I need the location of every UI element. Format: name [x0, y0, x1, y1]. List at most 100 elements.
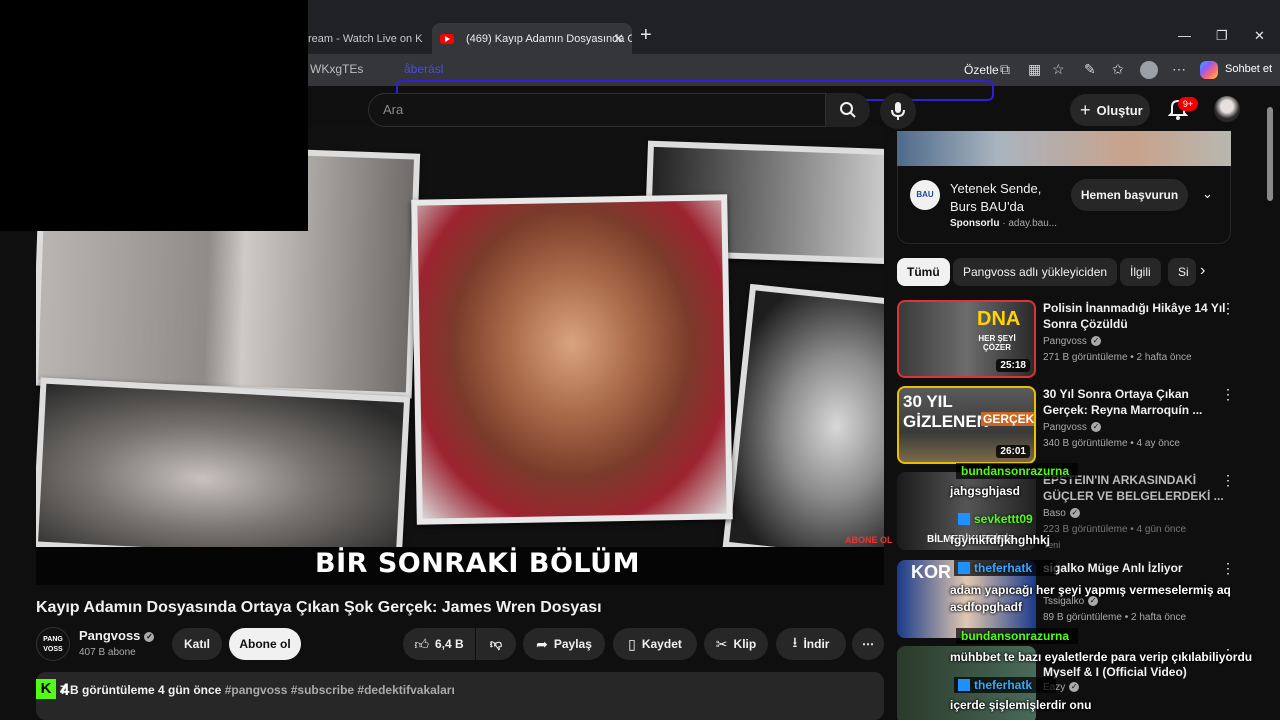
black-overlay-region: [0, 0, 308, 231]
extension-icon[interactable]: ✎: [1084, 61, 1096, 78]
video-meta: 271 B görüntüleme • 2 hafta önce: [1043, 352, 1192, 363]
verified-check-icon: ✓: [1090, 336, 1101, 347]
copilot-chat-label[interactable]: Sohbet et: [1225, 63, 1272, 75]
channel-avatar[interactable]: PANG VOSS: [36, 627, 70, 661]
more-vertical-icon[interactable]: ⋮: [1221, 472, 1235, 489]
video-title[interactable]: Polisin İnanmadığı Hikâye 14 Yıl Sonra Ç…: [1043, 300, 1228, 332]
subscribe-button[interactable]: Abone ol: [229, 628, 301, 660]
join-button[interactable]: Katıl: [172, 628, 222, 660]
chip-partial[interactable]: Si: [1168, 258, 1196, 286]
apps-icon[interactable]: ▦: [1028, 61, 1041, 78]
video-title[interactable]: sigalko Müge Anlı İzliyor: [1043, 560, 1228, 576]
ad-domain: aday.bau...: [1008, 218, 1058, 229]
search-input[interactable]: [368, 93, 826, 127]
verified-check-icon: ✓: [1069, 682, 1080, 693]
summarize-button[interactable]: Özetle: [964, 63, 999, 77]
tab-close-icon[interactable]: ✕: [613, 31, 624, 47]
video-thumbnail[interactable]: DNA HER ŞEYİ ÇÖZER 25:18: [897, 300, 1036, 378]
video-frame-photo: [36, 377, 411, 567]
channel-name[interactable]: Pangvoss ✓: [79, 628, 155, 643]
kick-logo-icon: K: [36, 679, 56, 699]
subscribe-label: Abone ol: [239, 637, 291, 651]
translate-icon[interactable]: ⧉: [1000, 61, 1010, 78]
new-tab-icon[interactable]: +: [640, 24, 652, 47]
channel-name-text: Pangvoss: [1043, 336, 1087, 347]
close-window-icon[interactable]: ✕: [1254, 28, 1265, 44]
video-title[interactable]: 30 Yıl Sonra Ortaya Çıkan Gerçek: Reyna …: [1043, 386, 1228, 418]
chat-message: mühbbet te bazı eyaletlerde para verip ç…: [950, 650, 1253, 664]
user-avatar[interactable]: [1214, 96, 1240, 122]
chat-username-text: theferhatk: [974, 561, 1033, 575]
chip-all[interactable]: Tümü: [897, 258, 950, 286]
download-button[interactable]: ⭳ İndir: [776, 628, 846, 660]
more-vertical-icon[interactable]: ⋮: [1221, 386, 1235, 403]
video-title[interactable]: Myself & I (Official Video): [1043, 664, 1228, 680]
notification-count-badge: 9+: [1178, 97, 1198, 111]
profile-avatar[interactable]: [1140, 61, 1158, 79]
more-menu-icon[interactable]: ⋯: [1172, 61, 1186, 78]
chat-username: theferhatk: [958, 678, 1032, 692]
plus-icon: +: [1080, 99, 1091, 120]
subscriber-count: 407 B abone: [79, 647, 136, 658]
tab-youtube-video[interactable]: (469) Kayıp Adamın Dosyasında Or ✕: [432, 23, 632, 54]
clip-button[interactable]: ✂ Klip: [704, 628, 768, 660]
kick-badge-icon: [958, 562, 970, 574]
thumbs-down-icon: 👎︎: [489, 636, 503, 651]
more-horizontal-icon: ⋯: [862, 637, 874, 651]
next-episode-title: BİR SONRAKİ BÖLÜM: [315, 548, 640, 579]
scissors-icon: ✂: [715, 635, 728, 652]
save-button[interactable]: ▯ Kaydet: [613, 628, 697, 660]
verified-check-icon: ✓: [1069, 508, 1080, 519]
more-vertical-icon[interactable]: ⋮: [1221, 300, 1235, 317]
recommended-video[interactable]: 30 YIL GİZLENEN GERÇEK 26:01 30 Yıl Sonr…: [897, 386, 1237, 464]
channel-name[interactable]: Pangvoss ✓: [1043, 336, 1101, 347]
favorite-star-icon[interactable]: ☆: [1052, 61, 1065, 78]
ad-title[interactable]: Yetenek Sende, Burs BAU'da: [950, 180, 1070, 216]
recommended-video[interactable]: DNA HER ŞEYİ ÇÖZER 25:18 Polisin İnanmad…: [897, 300, 1237, 378]
maximize-icon[interactable]: ❐: [1216, 28, 1228, 44]
voice-search-button[interactable]: [880, 93, 916, 129]
channel-name[interactable]: Pangvoss ✓: [1043, 422, 1101, 433]
thumbnail-subtext: GERÇEK: [981, 412, 1035, 426]
search-button[interactable]: [826, 93, 870, 127]
kick-overlay-number: 4: [60, 680, 70, 699]
more-actions-button[interactable]: ⋯: [852, 628, 884, 660]
dislike-button[interactable]: 👎︎: [476, 628, 516, 660]
channel-name-text: Pangvoss: [79, 628, 141, 643]
favorites-icon[interactable]: ✩: [1112, 61, 1124, 78]
recommended-video[interactable]: BİLMEDİKLERİNİZ EPSTEIN'IN ARKASINDAKİ G…: [897, 472, 1237, 550]
chat-username-text: theferhatk: [974, 678, 1033, 692]
chip-from-uploader[interactable]: Pangvoss adlı yükleyiciden: [953, 258, 1118, 286]
ad-sponsored-line: Sponsorlu · aday.bau...: [950, 218, 1058, 229]
chip-related[interactable]: İlgili: [1120, 258, 1161, 286]
chat-message: içerde şişlemişlerdir onu: [950, 698, 1092, 712]
chat-username-text: sevkettt09: [974, 512, 1033, 526]
thumbnail-text: KOR: [911, 562, 951, 582]
more-vertical-icon[interactable]: ⋮: [1221, 560, 1235, 577]
create-label: Oluştur: [1096, 102, 1143, 118]
save-label: Kaydet: [641, 637, 682, 651]
share-button[interactable]: ➦ Paylaş: [523, 628, 605, 660]
tab-kick-stream[interactable]: ream - Watch Live on K: [300, 23, 428, 54]
view-count-and-date: 7 B görüntüleme 4 gün önce: [60, 683, 222, 697]
ad-cta-button[interactable]: Hemen başvurun: [1071, 179, 1188, 211]
create-button[interactable]: + Oluştur: [1070, 94, 1150, 126]
search-icon: [840, 102, 856, 118]
channel-name[interactable]: Baso ✓: [1043, 508, 1080, 519]
chevron-right-icon[interactable]: ›: [1200, 262, 1205, 280]
like-button[interactable]: 👍︎ 6,4 B: [403, 628, 475, 660]
ad-banner-image[interactable]: [897, 131, 1231, 166]
minimize-icon[interactable]: —: [1178, 28, 1191, 43]
thumbs-up-icon: 👍︎: [414, 635, 429, 652]
video-thumbnail[interactable]: 30 YIL GİZLENEN GERÇEK 26:01: [897, 386, 1036, 464]
copilot-icon[interactable]: [1200, 61, 1218, 79]
video-frame-photo: [722, 283, 884, 566]
page-scrollbar[interactable]: [1267, 107, 1273, 201]
verified-check-icon: ✓: [144, 631, 155, 642]
url-text[interactable]: WKxgTEs: [310, 62, 363, 76]
channel-name-text: Baso: [1043, 508, 1066, 519]
youtube-favicon-icon: [440, 33, 454, 44]
hashtags[interactable]: #pangvoss #subscribe #dedektifvakaları: [225, 683, 455, 697]
search-placeholder: Ara: [383, 102, 404, 117]
chevron-down-icon[interactable]: ⌄: [1202, 186, 1213, 202]
